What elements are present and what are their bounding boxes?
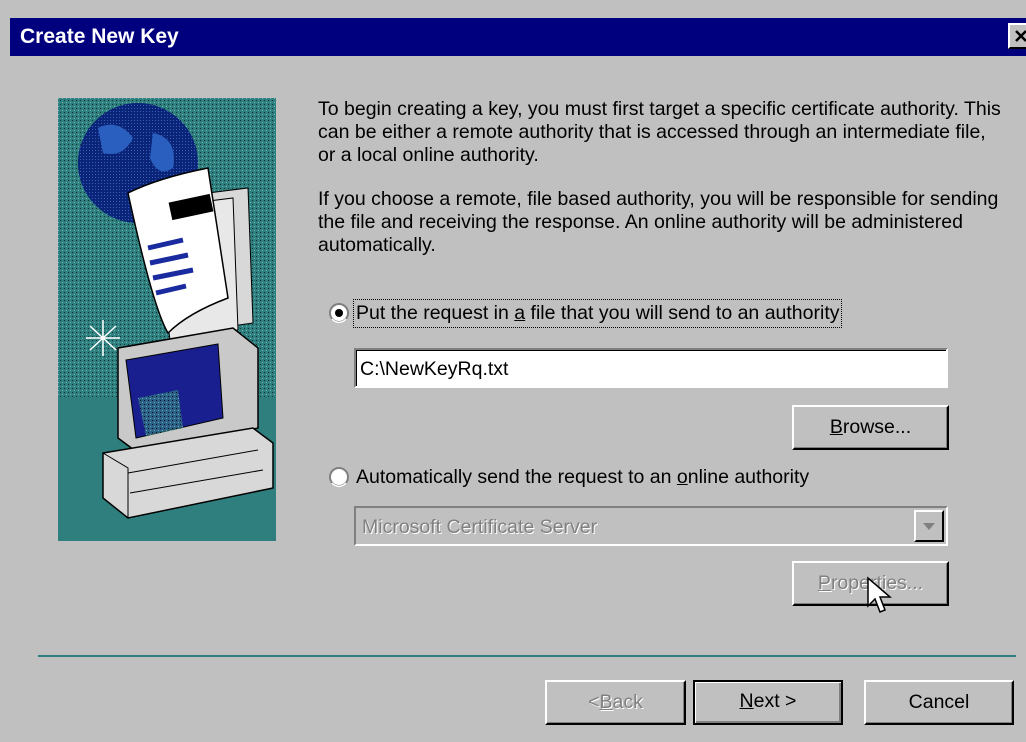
file-option-radio[interactable] <box>328 302 350 324</box>
online-option-mnemonic: o <box>676 466 688 488</box>
properties-mnemonic: P <box>817 572 831 594</box>
browse-mnemonic: B <box>829 416 843 438</box>
browse-button[interactable]: Browse... <box>792 405 949 450</box>
file-option-label-post: file that you will send to an authority <box>525 302 840 324</box>
close-button[interactable] <box>1008 23 1026 49</box>
back-label: ack <box>612 691 643 713</box>
online-option-radio[interactable] <box>328 466 350 488</box>
file-path-value: C:\NewKeyRq.txt <box>360 358 509 380</box>
back-button[interactable]: < Back <box>545 680 686 725</box>
radio-selected-dot <box>335 309 343 317</box>
wizard-illustration <box>58 98 276 541</box>
mouse-cursor-icon <box>867 576 892 613</box>
online-option-label-post: nline authority <box>687 466 810 488</box>
cancel-label: Cancel <box>908 691 970 713</box>
file-option-label[interactable]: Put the request in a file that you will … <box>352 299 843 328</box>
window-title: Create New Key <box>20 25 179 48</box>
next-button[interactable]: Next > <box>693 680 843 725</box>
back-prefix: < <box>588 691 600 713</box>
file-option-mnemonic: a <box>514 302 526 324</box>
file-path-input[interactable]: C:\NewKeyRq.txt <box>354 348 948 388</box>
next-label: ext > <box>753 690 797 712</box>
authority-select[interactable]: Microsoft Certificate Server <box>354 506 948 546</box>
online-option-label-pre: Automatically send the request to an <box>356 466 677 488</box>
back-mnemonic: B <box>599 691 613 713</box>
online-option-label[interactable]: Automatically send the request to an onl… <box>356 466 809 489</box>
dropdown-button[interactable] <box>914 510 944 542</box>
chevron-down-icon <box>923 523 935 530</box>
title-bar[interactable]: Create New Key <box>10 18 1026 56</box>
cancel-button[interactable]: Cancel <box>864 680 1014 725</box>
next-mnemonic: N <box>739 690 754 712</box>
file-option-label-pre: Put the request in <box>356 302 515 324</box>
browse-label: rowse... <box>842 416 912 438</box>
intro-paragraph-1: To begin creating a key, you must first … <box>318 98 1001 166</box>
close-icon <box>1015 30 1026 42</box>
footer-separator <box>38 655 1016 657</box>
intro-paragraph-2: If you choose a remote, file based autho… <box>318 188 999 256</box>
authority-select-value: Microsoft Certificate Server <box>362 516 598 538</box>
dialog-window: Create New Key To begin creating a key, … <box>0 0 1026 742</box>
